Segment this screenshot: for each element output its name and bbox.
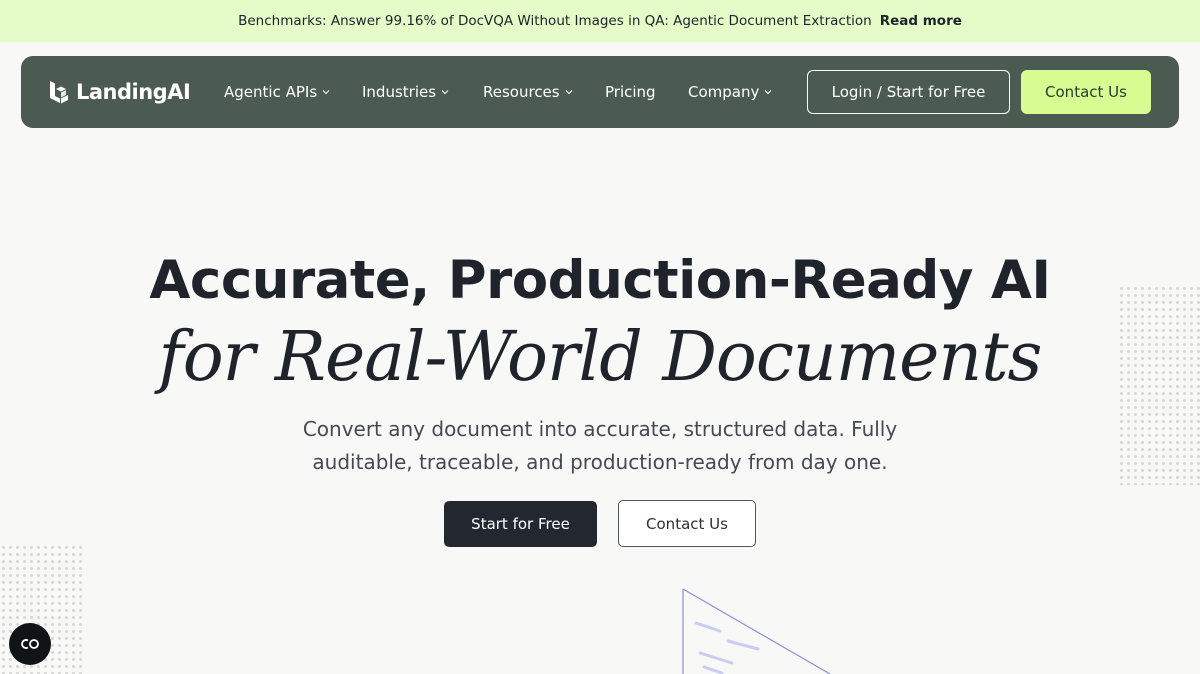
- nav-item-label: Industries: [362, 83, 437, 101]
- nav-item-company[interactable]: Company: [688, 81, 772, 103]
- hero-title: Accurate, Production-Ready AI: [149, 250, 1051, 311]
- chevron-down-icon: [441, 90, 449, 95]
- co-badge-icon: [21, 639, 39, 649]
- nav-item-label: Pricing: [605, 83, 656, 101]
- nav-item-resources[interactable]: Resources: [483, 81, 573, 103]
- nav-item-industries[interactable]: Industries: [362, 81, 449, 103]
- contact-us-nav-button[interactable]: Contact Us: [1021, 70, 1151, 114]
- hero-description: Convert any document into accurate, stru…: [302, 417, 898, 474]
- chevron-down-icon: [765, 90, 772, 95]
- banner-text: Benchmarks: Answer 99.16% of DocVQA With…: [238, 13, 872, 29]
- contact-us-button[interactable]: Contact Us: [618, 500, 756, 547]
- login-start-free-button[interactable]: Login / Start for Free: [807, 70, 1010, 114]
- chevron-down-icon: [565, 90, 572, 95]
- chevron-down-icon: [322, 90, 330, 95]
- banner-read-more-link[interactable]: Read more: [880, 13, 962, 29]
- document-illustration: [682, 588, 831, 674]
- nav-item-agentic-apis[interactable]: Agentic APIs: [224, 81, 330, 103]
- logo[interactable]: LandingAI: [48, 78, 191, 106]
- landingai-logo-icon: [50, 81, 68, 104]
- logo-text: LandingAI: [76, 80, 191, 104]
- main-navbar: LandingAI Agentic APIs Industries Resour…: [21, 56, 1179, 128]
- nav-item-label: Resources: [483, 83, 560, 101]
- start-for-free-button[interactable]: Start for Free: [444, 501, 597, 547]
- hero-subtitle: for Real-World Documents: [158, 318, 1043, 397]
- nav-item-label: Company: [688, 83, 760, 101]
- nav-item-label: Agentic APIs: [224, 83, 318, 101]
- announcement-banner: Benchmarks: Answer 99.16% of DocVQA With…: [0, 0, 1200, 42]
- co-badge-button[interactable]: [9, 623, 51, 665]
- nav-item-pricing[interactable]: Pricing: [605, 81, 656, 103]
